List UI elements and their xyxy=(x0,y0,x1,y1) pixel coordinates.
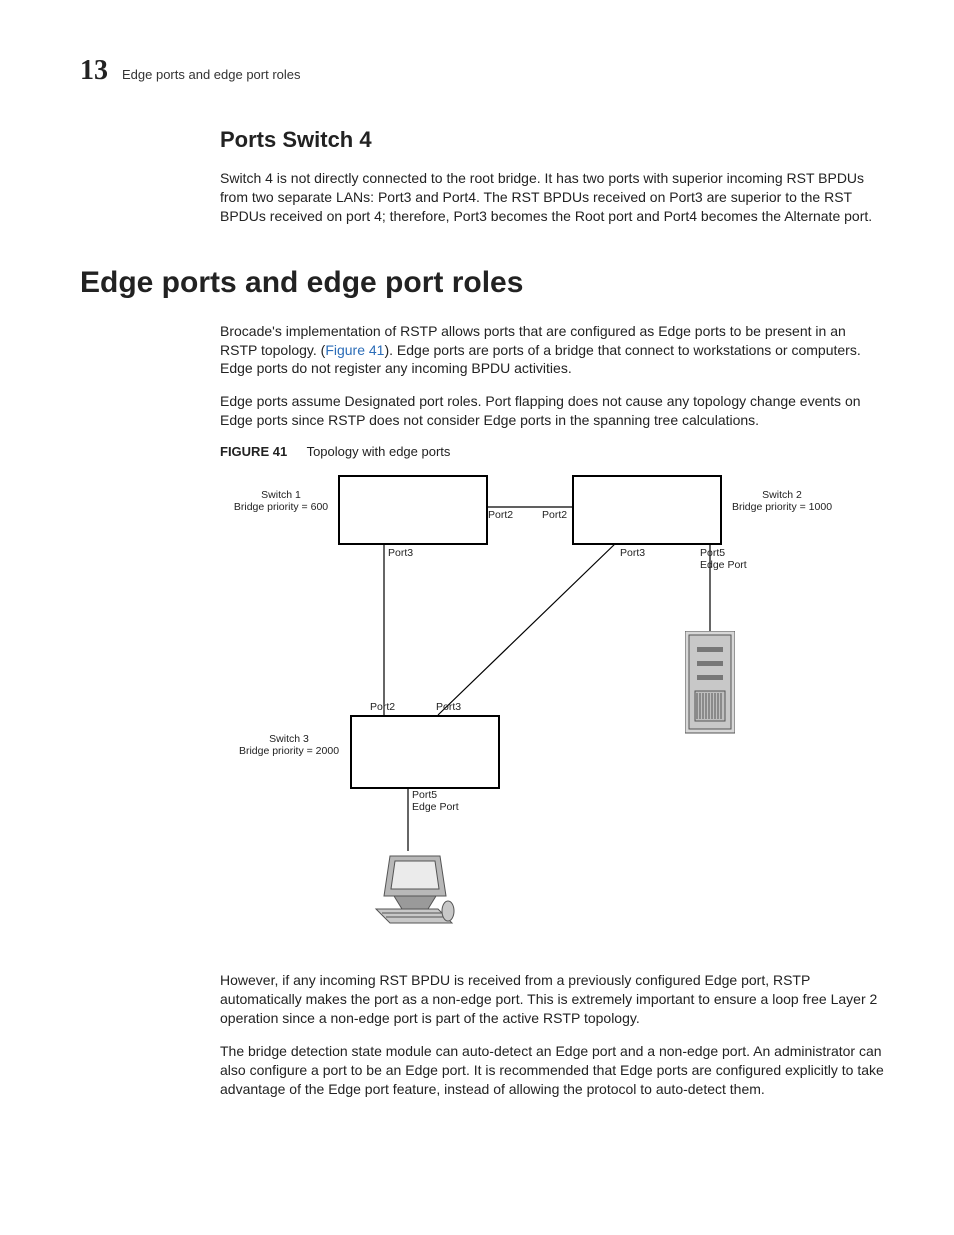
figure-label: FIGURE 41 xyxy=(220,444,287,459)
label-sw1-port2: Port2 xyxy=(488,509,513,521)
label-sw2-port3: Port3 xyxy=(620,547,645,559)
label-sw1-port3: Port3 xyxy=(388,547,413,559)
switch-3-box xyxy=(350,715,500,789)
chapter-number: 13 xyxy=(80,55,108,87)
para-edge-1: Brocade's implementation of RSTP allows … xyxy=(220,322,884,379)
label-sw2-port2: Port2 xyxy=(542,509,567,521)
heading-edge-ports: Edge ports and edge port roles xyxy=(80,266,884,300)
label-sw2-port5: Port5 Edge Port xyxy=(700,547,747,571)
para-ports-switch-4: Switch 4 is not directly connected to th… xyxy=(220,169,884,226)
label-sw3-port3: Port3 xyxy=(436,701,461,713)
topology-diagram: Switch 1 Bridge priority = 600 Switch 2 … xyxy=(220,471,860,951)
diagram-lines xyxy=(220,471,860,951)
label-sw3-port5: Port5 Edge Port xyxy=(412,789,459,813)
para-edge-4: The bridge detection state module can au… xyxy=(220,1042,884,1099)
para-edge-2: Edge ports assume Designated port roles.… xyxy=(220,392,884,430)
server-icon xyxy=(685,631,735,741)
label-switch1: Switch 1 Bridge priority = 600 xyxy=(226,489,336,513)
para-edge-3: However, if any incoming RST BPDU is rec… xyxy=(220,971,884,1028)
figure-caption: FIGURE 41 Topology with edge ports xyxy=(220,444,884,459)
figure-ref-link[interactable]: Figure 41 xyxy=(325,342,384,358)
label-sw3-port2: Port2 xyxy=(370,701,395,713)
running-header: 13 Edge ports and edge port roles xyxy=(80,55,884,87)
running-title: Edge ports and edge port roles xyxy=(122,67,301,82)
figure-title: Topology with edge ports xyxy=(307,444,451,459)
switch-2-box xyxy=(572,475,722,545)
switch-1-box xyxy=(338,475,488,545)
workstation-icon xyxy=(368,851,458,931)
label-switch3: Switch 3 Bridge priority = 2000 xyxy=(230,733,348,757)
heading-ports-switch-4: Ports Switch 4 xyxy=(220,127,884,153)
label-switch2: Switch 2 Bridge priority = 1000 xyxy=(722,489,842,513)
